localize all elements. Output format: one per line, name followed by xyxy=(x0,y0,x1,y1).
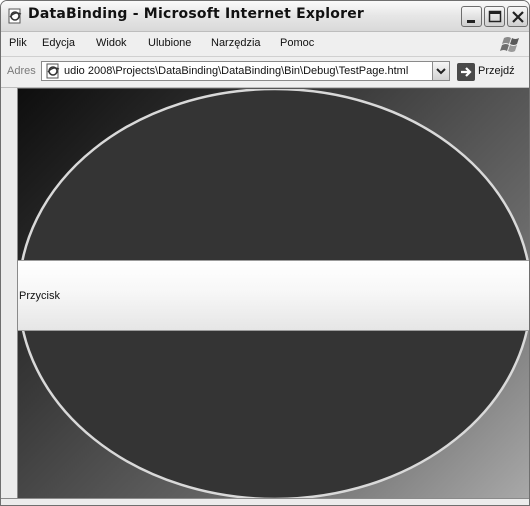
menu-item-widok[interactable]: Widok xyxy=(96,37,127,49)
menu-item-edycja[interactable]: Edycja xyxy=(42,37,75,49)
menu-item-label: Widok xyxy=(96,37,127,49)
menu-item-plik[interactable]: Plik xyxy=(9,37,27,49)
menu-item-ulubione[interactable]: Ulubione xyxy=(148,37,191,49)
address-dropdown-button[interactable] xyxy=(432,62,449,80)
button-label: Przycisk xyxy=(19,290,60,302)
address-input[interactable]: udio 2008\Projects\DataBinding\DataBindi… xyxy=(64,65,424,77)
menu-bar: Plik Edycja Widok Ulubione Narzędzia Pom… xyxy=(1,32,529,57)
ie-page-icon xyxy=(7,8,23,24)
browser-window: DataBinding - Microsoft Internet Explore… xyxy=(0,0,530,506)
minimize-icon xyxy=(467,20,475,23)
maximize-button[interactable] xyxy=(484,6,505,27)
menu-item-label: Ulubione xyxy=(148,37,192,49)
menu-item-label: Narzędzia xyxy=(211,37,261,49)
go-arrow-icon xyxy=(461,67,472,77)
windows-flag-icon xyxy=(499,34,525,54)
menu-item-label: Edycja xyxy=(42,37,76,49)
bottom-frame xyxy=(1,498,529,505)
menu-item-label: Plik xyxy=(9,37,27,49)
chevron-down-icon xyxy=(436,68,446,75)
minimize-button[interactable] xyxy=(461,6,482,27)
go-button[interactable] xyxy=(457,63,475,81)
go-label[interactable]: Przejdź xyxy=(478,65,515,77)
close-icon xyxy=(512,11,524,23)
page-content: Przycisk xyxy=(18,88,529,499)
maximize-icon xyxy=(488,10,502,23)
menu-item-narzedzia[interactable]: Narzędzia xyxy=(211,37,261,49)
menu-item-pomoc[interactable]: Pomoc xyxy=(280,37,314,49)
przycisk-button[interactable]: Przycisk xyxy=(18,260,529,331)
ie-page-icon xyxy=(45,63,61,79)
left-frame xyxy=(1,88,18,505)
close-button[interactable] xyxy=(507,6,528,27)
title-bar[interactable]: DataBinding - Microsoft Internet Explore… xyxy=(1,1,529,32)
menu-item-label: Pomoc xyxy=(280,37,315,49)
address-label: Adres xyxy=(7,65,36,77)
address-bar: Adres udio 2008\Projects\DataBinding\Dat… xyxy=(1,57,529,88)
address-field[interactable]: udio 2008\Projects\DataBinding\DataBindi… xyxy=(41,61,450,81)
window-title: DataBinding - Microsoft Internet Explore… xyxy=(28,6,365,22)
